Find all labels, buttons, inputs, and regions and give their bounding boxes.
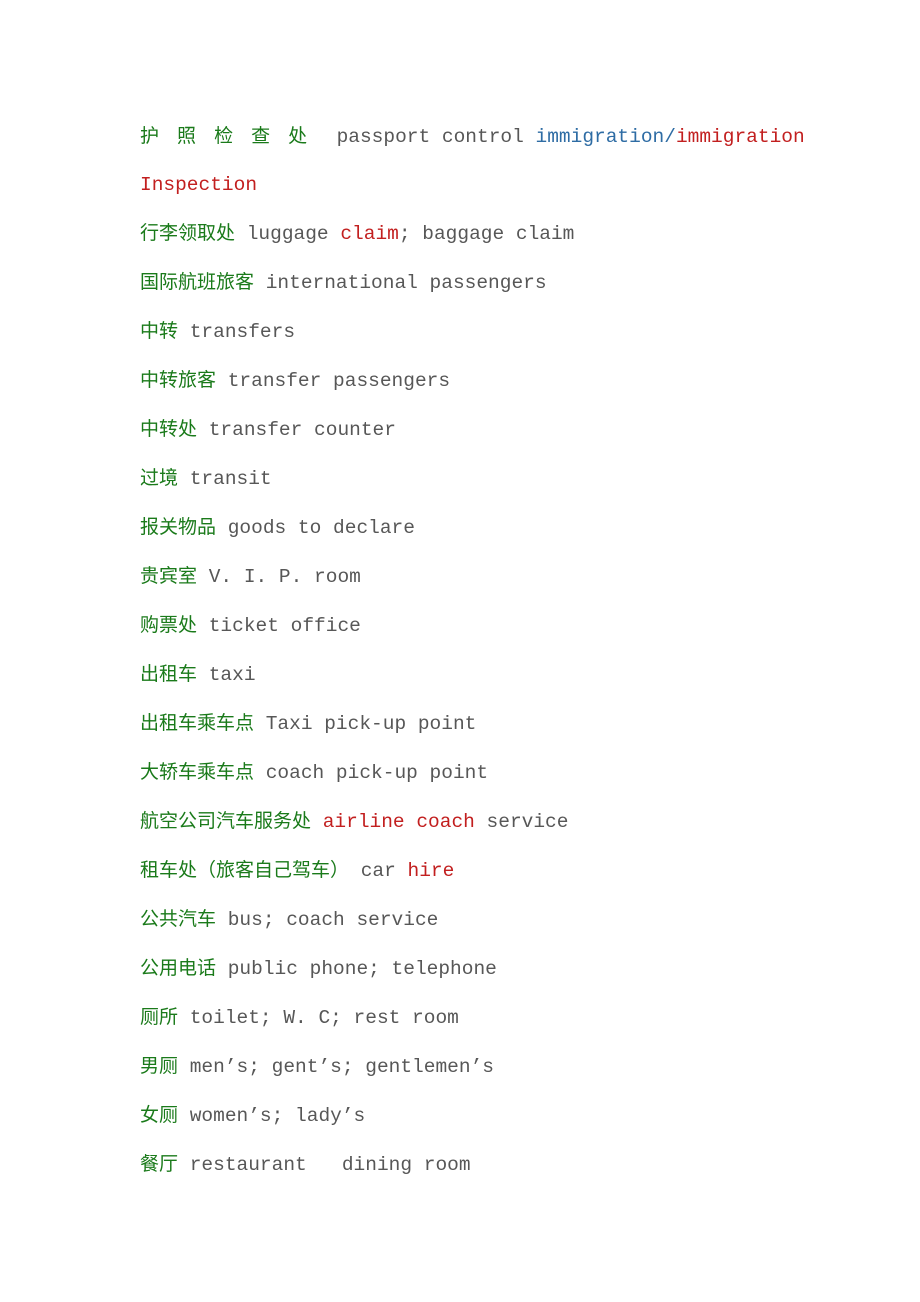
glossary-entry: 出租车 taxi xyxy=(140,650,860,699)
entry-english-term: ticket office xyxy=(197,615,361,637)
entry-chinese-term: 中转处 xyxy=(140,418,198,440)
entry-english-segment: bus; coach service xyxy=(216,909,439,931)
entry-english-term: international passengers xyxy=(254,272,547,294)
entry-english-segment: Taxi pick-up point xyxy=(254,713,477,735)
entry-english-segment: passport control xyxy=(313,126,536,148)
glossary-entry: 女厕 women’s; lady’s xyxy=(140,1091,860,1140)
glossary-entry: 租车处（旅客自己驾车） car hire xyxy=(140,846,860,895)
entry-english-segment: transfer passengers xyxy=(216,370,451,392)
entry-english-term: V. I. P. room xyxy=(197,566,361,588)
glossary-list: 护 照 检 查 处 passport control immigration/i… xyxy=(140,112,860,1189)
entry-english-segment: men’s; gent’s; gentlemen’s xyxy=(178,1056,494,1078)
entry-english-term: transfers xyxy=(178,321,295,343)
entry-english-segment: transfer counter xyxy=(197,419,396,441)
glossary-entry: 公用电话 public phone; telephone xyxy=(140,944,860,993)
entry-english-segment: V. I. P. room xyxy=(197,566,361,588)
entry-chinese-term: 大轿车乘车点 xyxy=(140,761,255,783)
glossary-entry: 厕所 toilet; W. C; rest room xyxy=(140,993,860,1042)
entry-chinese-term: 出租车 xyxy=(140,663,198,685)
entry-english-segment: toilet; W. C; rest room xyxy=(178,1007,459,1029)
entry-chinese-term: 购票处 xyxy=(140,614,198,636)
entry-chinese-term: 女厕 xyxy=(140,1104,179,1126)
entry-english-term: women’s; lady’s xyxy=(178,1105,366,1127)
entry-english-segment: transfers xyxy=(178,321,296,343)
entry-english-segment: hire xyxy=(407,860,455,882)
entry-chinese-term: 护 照 检 查 处 xyxy=(140,125,314,147)
entry-english-term: transfer passengers xyxy=(216,370,450,392)
entry-chinese-term: 贵宾室 xyxy=(140,565,198,587)
entry-chinese-term: 行李领取处 xyxy=(140,222,236,244)
entry-chinese-term: 公用电话 xyxy=(140,957,217,979)
entry-english-segment: ; baggage claim xyxy=(398,223,575,245)
entry-chinese-term: 租车处（旅客自己驾车） xyxy=(140,859,350,881)
entry-chinese-term: 航空公司汽车服务处 xyxy=(140,810,312,832)
glossary-entry: 公共汽车 bus; coach service xyxy=(140,895,860,944)
entry-english-segment: women’s; lady’s xyxy=(178,1105,366,1127)
entry-english-term: restaurant dining room xyxy=(178,1154,471,1176)
entry-english-term: goods to declare xyxy=(216,517,415,539)
entry-english-segment: service xyxy=(474,811,569,833)
entry-english-term: car hire xyxy=(349,860,455,882)
entry-chinese-term: 厕所 xyxy=(140,1006,179,1028)
entry-english-segment: airline coach xyxy=(322,811,475,833)
glossary-entry: 报关物品 goods to declare xyxy=(140,503,860,552)
entry-english-term: coach pick-up point xyxy=(254,762,488,784)
glossary-entry: 餐厅 restaurant dining room xyxy=(140,1140,860,1189)
entry-english-segment: claim xyxy=(340,223,399,245)
entry-english-segment: restaurant dining room xyxy=(178,1154,471,1176)
entry-chinese-term: 报关物品 xyxy=(140,516,217,538)
entry-english-term: taxi xyxy=(197,664,256,686)
glossary-entry: 中转旅客 transfer passengers xyxy=(140,356,860,405)
glossary-entry: 贵宾室 V. I. P. room xyxy=(140,552,860,601)
entry-english-term: transfer counter xyxy=(197,419,396,441)
entry-english-term: public phone; telephone xyxy=(216,958,497,980)
entry-chinese-term: 过境 xyxy=(140,467,179,489)
glossary-entry: 购票处 ticket office xyxy=(140,601,860,650)
entry-english-segment: taxi xyxy=(197,664,256,686)
entry-english-segment: coach pick-up point xyxy=(254,762,489,784)
glossary-entry: 中转处 transfer counter xyxy=(140,405,860,454)
glossary-entry: 航空公司汽车服务处 airline coach service xyxy=(140,797,860,846)
entry-english-term: airline coach service xyxy=(311,811,569,833)
entry-chinese-term: 公共汽车 xyxy=(140,908,217,930)
entry-chinese-term: 男厕 xyxy=(140,1055,179,1077)
entry-english-segment: transit xyxy=(178,468,272,490)
entry-english-segment: car xyxy=(349,860,408,882)
entry-chinese-term: 中转 xyxy=(140,320,179,342)
glossary-entry: 国际航班旅客 international passengers xyxy=(140,258,860,307)
glossary-entry: 行李领取处 luggage claim; baggage claim xyxy=(140,209,860,258)
entry-english-term: transit xyxy=(178,468,272,490)
document-page: 护 照 检 查 处 passport control immigration/i… xyxy=(0,0,920,1302)
entry-english-segment: public phone; telephone xyxy=(216,958,497,980)
entry-chinese-term: 餐厅 xyxy=(140,1153,179,1175)
glossary-entry: 护 照 检 查 处 passport control immigration/i… xyxy=(140,112,860,209)
entry-english-segment xyxy=(311,811,323,833)
glossary-entry: 男厕 men’s; gent’s; gentlemen’s xyxy=(140,1042,860,1091)
entry-english-term: men’s; gent’s; gentlemen’s xyxy=(178,1056,494,1078)
entry-english-term: Taxi pick-up point xyxy=(254,713,477,735)
glossary-entry: 中转 transfers xyxy=(140,307,860,356)
entry-english-segment: ticket office xyxy=(197,615,361,637)
glossary-entry: 大轿车乘车点 coach pick-up point xyxy=(140,748,860,797)
entry-english-term: bus; coach service xyxy=(216,909,439,931)
entry-english-term: luggage claim; baggage claim xyxy=(235,223,575,245)
entry-english-segment: international passengers xyxy=(254,272,547,294)
entry-english-term: toilet; W. C; rest room xyxy=(178,1007,459,1029)
glossary-entry: 过境 transit xyxy=(140,454,860,503)
entry-chinese-term: 中转旅客 xyxy=(140,369,217,391)
entry-english-segment: goods to declare xyxy=(216,517,415,539)
glossary-entry: 出租车乘车点 Taxi pick-up point xyxy=(140,699,860,748)
entry-english-segment: luggage xyxy=(235,223,341,245)
entry-english-segment: immigration/ xyxy=(535,126,676,148)
entry-chinese-term: 国际航班旅客 xyxy=(140,271,255,293)
entry-chinese-term: 出租车乘车点 xyxy=(140,712,255,734)
